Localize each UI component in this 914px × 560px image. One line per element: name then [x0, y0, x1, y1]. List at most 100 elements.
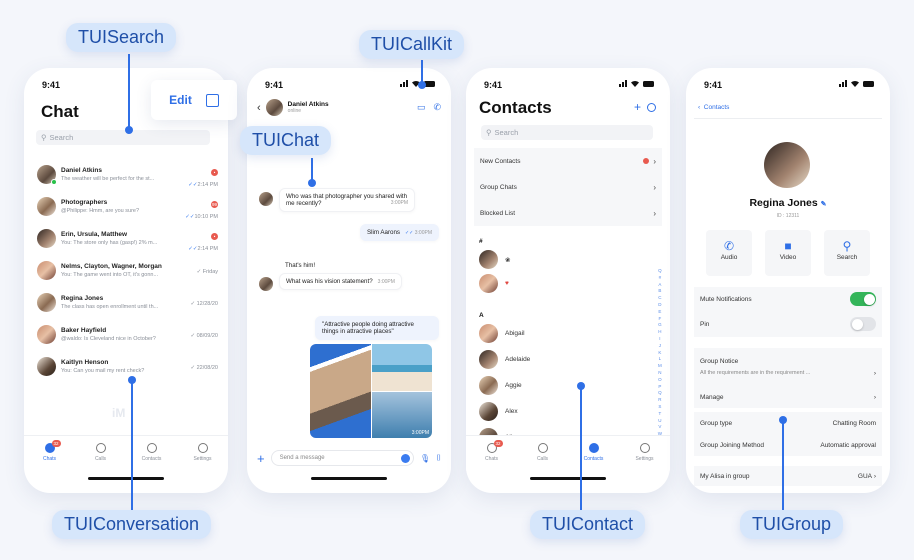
contact-item[interactable]: ❀ [479, 250, 510, 269]
emoji-icon[interactable] [401, 453, 411, 463]
message-bubble[interactable]: Who was that photographer you shared wit… [279, 188, 415, 212]
manage-row[interactable]: Manage › [694, 386, 882, 408]
photo-palms[interactable]: 3:00PM [371, 391, 432, 438]
read-check-icon: ✓✓ [188, 245, 198, 252]
compose-icon[interactable] [205, 93, 219, 107]
edit-button[interactable]: Edit [169, 93, 192, 107]
add-icon[interactable]: + [634, 100, 641, 114]
conversation-item[interactable]: Baker Hayfield @waldo: Is Cleveland nice … [24, 318, 228, 350]
conversation-item[interactable]: Photographers @Philippe: Hmm, are you sur… [24, 190, 228, 222]
index-letter[interactable]: G [658, 322, 662, 329]
message-bubble[interactable]: Slim Aarons ✓✓ 3:00PM [359, 224, 439, 241]
microphone-icon[interactable]: 🎙 [420, 454, 430, 463]
conversation-preview: The class has open enrollment until th..… [61, 303, 159, 310]
search-button[interactable]: ⚲ Search [824, 230, 870, 276]
group-avatar[interactable] [764, 142, 810, 188]
tab-calls[interactable]: Calls [517, 436, 568, 471]
label-tuiconversation: TUIConversation [52, 510, 212, 539]
contact-item[interactable]: Adelaide [479, 350, 530, 369]
tab-label: Contacts [141, 456, 162, 462]
index-letter[interactable]: E [658, 309, 662, 316]
tab-chats[interactable]: 32 Chats [466, 436, 517, 471]
index-letter[interactable]: R [658, 397, 662, 404]
home-indicator [311, 477, 387, 480]
tab-settings[interactable]: Settings [619, 436, 670, 471]
tab-settings[interactable]: Settings [177, 436, 228, 471]
index-letter[interactable]: B [658, 288, 662, 295]
alphabet-index[interactable]: Q#ABCDEFGHIJKLMNOPQRSTUVWX [658, 268, 662, 445]
tab-label: Chats [484, 456, 499, 462]
label-tuichat: TUIChat [240, 126, 332, 155]
index-letter[interactable]: C [658, 295, 662, 302]
index-letter[interactable]: T [658, 411, 662, 418]
join-method-row[interactable]: Group Joining Method Automatic approval [694, 434, 882, 456]
contact-item[interactable]: Abigail [479, 324, 525, 343]
tab-bar: 32 Chats Calls Contacts Settings [466, 435, 670, 471]
camera-icon[interactable]: ⌷ [436, 453, 441, 463]
index-letter[interactable]: F [658, 316, 662, 323]
video-button[interactable]: ■ Video [765, 230, 811, 276]
image-message[interactable]: 3:00PM [310, 344, 432, 438]
index-letter[interactable]: P [658, 384, 662, 391]
mute-toggle[interactable] [850, 292, 876, 306]
group-notice-row[interactable]: Group Notice All the requirements are in… [694, 348, 882, 386]
action-label: Audio [720, 254, 738, 261]
pin-toggle[interactable] [850, 317, 876, 331]
index-letter[interactable]: Q [658, 390, 662, 397]
message-bubble[interactable]: What was his vision statement? 3:00PM [279, 273, 402, 290]
plus-icon[interactable]: + [257, 451, 265, 466]
index-letter[interactable]: S [658, 404, 662, 411]
label-tuicallkit: TUICallKit [359, 30, 465, 59]
photo-architecture[interactable] [310, 344, 371, 438]
back-button[interactable]: ‹ Contacts [698, 104, 729, 111]
index-letter[interactable]: # [658, 275, 662, 282]
index-letter[interactable]: M [658, 363, 662, 370]
index-letter[interactable]: U [658, 418, 662, 425]
conversation-item[interactable]: Regina Jones The class has open enrollmen… [24, 286, 228, 318]
index-letter[interactable]: J [658, 343, 662, 350]
photo-beach[interactable] [371, 344, 432, 391]
edit-pencil-icon[interactable]: ✎ [821, 201, 827, 208]
tab-contacts[interactable]: Contacts [568, 436, 619, 471]
video-icon: ■ [784, 239, 792, 253]
tab-calls[interactable]: Calls [75, 436, 126, 471]
search-input[interactable]: ⚲ Search [481, 125, 653, 140]
message-bubble[interactable]: "Attractive people doing attractive thin… [315, 316, 439, 340]
audio-button[interactable]: ✆ Audio [706, 230, 752, 276]
search-input[interactable]: ⚲ Search [36, 130, 210, 145]
conversation-list: Daniel Atkins The weather will be perfect… [24, 158, 228, 382]
message-input[interactable]: Send a message [270, 450, 415, 466]
index-letter[interactable]: I [658, 336, 662, 343]
phone-icon[interactable]: ✆ [433, 102, 441, 113]
menu-group-chats[interactable]: Group Chats › [474, 174, 662, 200]
action-label: Video [779, 254, 797, 261]
alias-row[interactable]: My Alisa in group GUA › [694, 466, 882, 486]
group-profile-screen: 9:41 ‹ Contacts Regina Jones ✎ ID : 1231… [686, 68, 890, 493]
contact-item[interactable]: Alex [479, 402, 518, 421]
index-letter[interactable]: O [658, 377, 662, 384]
index-letter[interactable]: L [658, 356, 662, 363]
tab-chats[interactable]: 32 Chats [24, 436, 75, 471]
conversation-item[interactable]: Daniel Atkins The weather will be perfect… [24, 158, 228, 190]
contact-item[interactable]: Aggie [479, 376, 522, 395]
index-letter[interactable]: H [658, 329, 662, 336]
conversation-item[interactable]: Kaitlyn Henson You: Can you mail my rent … [24, 350, 228, 382]
conversation-item[interactable]: Erin, Ursula, Matthew You: The store only… [24, 222, 228, 254]
avatar[interactable] [265, 99, 283, 116]
menu-blocked-list[interactable]: Blocked List › [474, 200, 662, 226]
more-icon[interactable] [647, 102, 656, 112]
contact-item[interactable]: ♥ [479, 274, 509, 293]
index-letter[interactable]: A [658, 282, 662, 289]
message-bubble[interactable]: That's him! [279, 258, 322, 273]
index-letter[interactable]: K [658, 350, 662, 357]
index-letter[interactable]: N [658, 370, 662, 377]
index-letter[interactable]: V [658, 424, 662, 431]
status-icons [839, 80, 874, 87]
menu-new-contacts[interactable]: New Contacts › [474, 148, 662, 174]
index-letter[interactable]: D [658, 302, 662, 309]
video-call-icon[interactable]: ▭ [417, 102, 426, 113]
back-icon[interactable]: ‹ [257, 102, 261, 114]
index-letter[interactable]: Q [658, 268, 662, 275]
conversation-item[interactable]: Nelms, Clayton, Wagner, Morgan You: The g… [24, 254, 228, 286]
tab-contacts[interactable]: Contacts [126, 436, 177, 471]
